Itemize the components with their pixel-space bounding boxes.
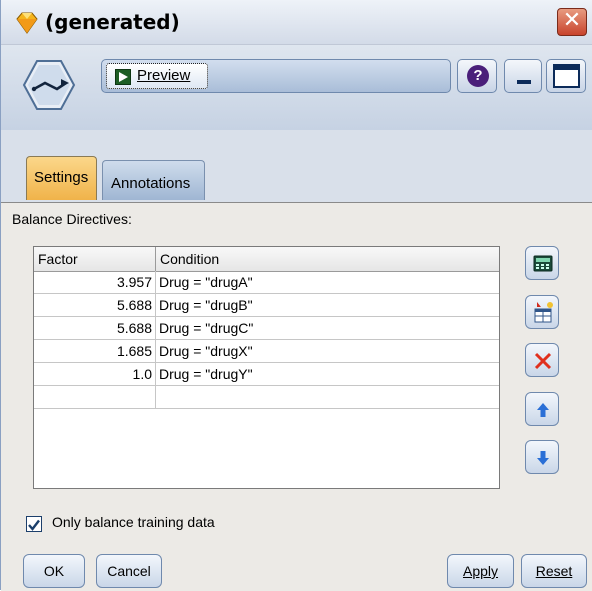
table-row[interactable]: 1.685 Drug = "drugX" [34, 340, 499, 363]
play-icon [115, 69, 131, 85]
calculate-button[interactable] [525, 246, 559, 280]
move-up-icon [537, 403, 549, 417]
delete-row-button[interactable] [525, 343, 559, 377]
window-title: (generated) [45, 10, 180, 34]
move-up-button[interactable] [525, 392, 559, 426]
minimize-icon [517, 80, 531, 84]
table-row[interactable]: 5.688 Drug = "drugB" [34, 294, 499, 317]
preview-button[interactable]: Preview [106, 63, 208, 89]
dialog-window: (generated) ✕ Preview ? Settings Annotat… [0, 0, 592, 591]
apply-button[interactable]: Apply [447, 554, 514, 588]
factor-cell[interactable] [34, 386, 156, 408]
reset-button[interactable]: Reset [521, 554, 587, 588]
ok-button[interactable]: OK [23, 554, 85, 588]
factor-cell[interactable]: 5.688 [34, 294, 156, 316]
toolbar: Preview ? [1, 45, 592, 130]
table-row[interactable]: 3.957 Drug = "drugA" [34, 271, 499, 294]
title-bar[interactable]: (generated) ✕ [1, 0, 592, 45]
help-button[interactable]: ? [457, 59, 497, 93]
factor-cell[interactable]: 1.0 [34, 363, 156, 385]
condition-cell[interactable]: Drug = "drugX" [156, 340, 499, 362]
insert-row-button[interactable] [525, 295, 559, 329]
delete-icon [534, 352, 552, 370]
condition-cell[interactable]: Drug = "drugC" [156, 317, 499, 339]
condition-cell[interactable]: Drug = "drugY" [156, 363, 499, 385]
condition-cell[interactable] [156, 386, 499, 408]
tab-annotations[interactable]: Annotations [102, 160, 205, 200]
cancel-button[interactable]: Cancel [96, 554, 162, 588]
balance-directives-table[interactable]: Factor Condition 3.957 Drug = "drugA" 5.… [33, 246, 500, 489]
minimize-button[interactable] [504, 59, 542, 93]
tab-strip: Settings Annotations [1, 130, 592, 202]
move-down-button[interactable] [525, 440, 559, 474]
table-header: Factor Condition [34, 247, 499, 272]
close-icon: ✕ [562, 8, 582, 33]
table-row[interactable] [34, 386, 499, 409]
balance-directives-label: Balance Directives: [12, 211, 132, 227]
close-button[interactable]: ✕ [557, 8, 587, 36]
condition-cell[interactable]: Drug = "drugB" [156, 294, 499, 316]
help-icon: ? [467, 65, 489, 87]
maximize-icon [553, 64, 580, 88]
tab-annotations-label: Annotations [111, 175, 191, 192]
tab-settings-label: Settings [34, 169, 89, 186]
factor-cell[interactable]: 5.688 [34, 317, 156, 339]
diamond-node-icon [16, 12, 38, 34]
only-balance-training-label[interactable]: Only balance training data [52, 514, 215, 530]
tab-settings[interactable]: Settings [26, 156, 97, 200]
factor-cell[interactable]: 3.957 [34, 271, 156, 293]
move-down-icon [537, 451, 549, 465]
factor-cell[interactable]: 1.685 [34, 340, 156, 362]
insert-row-icon [534, 302, 553, 323]
calculator-icon [533, 255, 553, 272]
settings-panel: Balance Directives: Factor Condition 3.9… [1, 202, 592, 591]
column-header-factor[interactable]: Factor [34, 247, 156, 271]
condition-cell[interactable]: Drug = "drugA" [156, 271, 499, 293]
table-row[interactable]: 5.688 Drug = "drugC" [34, 317, 499, 340]
preview-label: Preview [137, 67, 191, 84]
table-row[interactable]: 1.0 Drug = "drugY" [34, 363, 499, 386]
maximize-button[interactable] [546, 59, 586, 93]
balance-node-icon [22, 60, 76, 110]
only-balance-training-checkbox[interactable] [26, 516, 42, 532]
column-header-condition[interactable]: Condition [156, 247, 499, 271]
preview-bar: Preview [101, 59, 451, 93]
check-icon [28, 519, 40, 531]
